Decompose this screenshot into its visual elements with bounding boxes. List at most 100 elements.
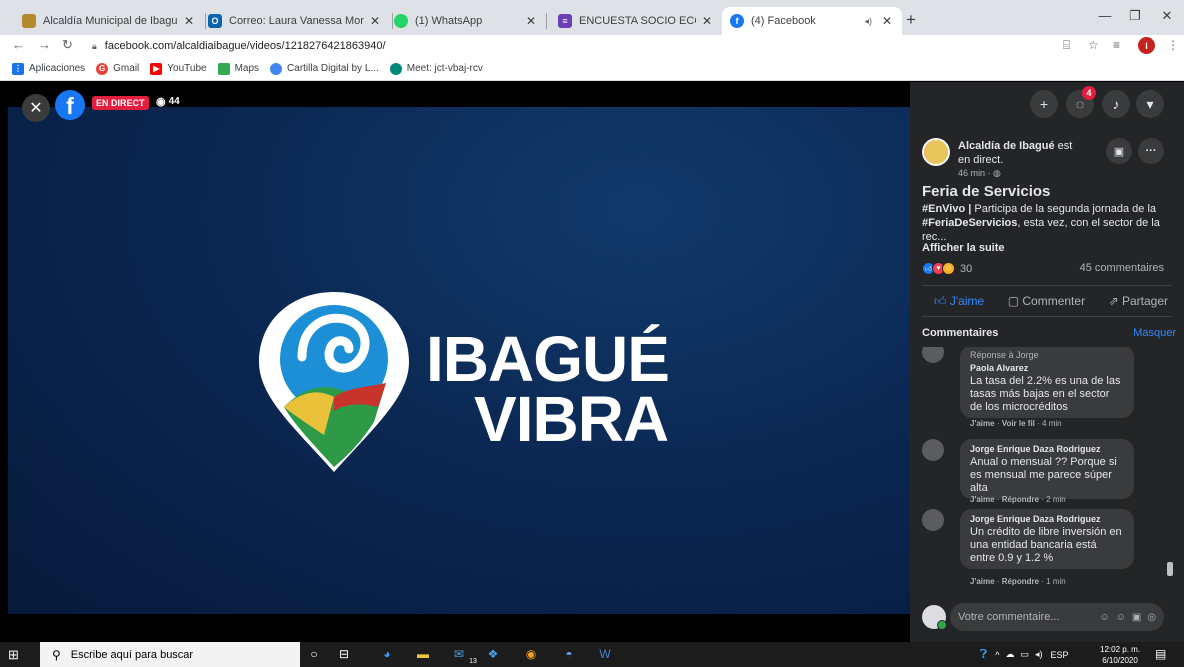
comment-like-link[interactable]: J'aime xyxy=(970,495,995,504)
close-tab-icon[interactable]: ✕ xyxy=(182,14,196,28)
facebook-logo-icon[interactable]: f xyxy=(55,90,85,120)
close-tab-icon[interactable]: ✕ xyxy=(368,14,382,28)
commenter-avatar[interactable] xyxy=(922,347,944,363)
see-more-link[interactable]: Afficher la suite xyxy=(922,242,1005,254)
tab-whatsapp[interactable]: (1) WhatsApp ✕ xyxy=(386,7,546,35)
word-icon[interactable]: W xyxy=(596,645,614,663)
help-icon[interactable]: ❓︎ xyxy=(980,647,987,662)
show-hidden-icons[interactable]: ^ xyxy=(995,650,999,660)
comment-text: La tasa del 2.2% es una de las tasas más… xyxy=(970,375,1121,413)
hashtag-feria[interactable]: #FeriaDeServicios xyxy=(922,217,1017,229)
video-frame[interactable]: IBAGUÉ VIBRA xyxy=(8,107,910,614)
reload-icon[interactable]: ↻ xyxy=(62,37,73,53)
tab-correo[interactable]: O Correo: Laura Vanessa Morales S ✕ xyxy=(200,7,390,35)
bookmark-gmail[interactable]: G Gmail xyxy=(96,62,139,75)
dropbox-icon[interactable]: ❖ xyxy=(484,645,502,663)
emoji-icon[interactable]: ☺ xyxy=(1116,612,1126,623)
close-tab-icon[interactable]: ✕ xyxy=(700,14,714,28)
save-icon[interactable]: ▣ xyxy=(1106,138,1132,164)
bookmark-meet[interactable]: Meet: jct-vbaj-rcv xyxy=(389,62,483,75)
facebook-favicon-icon: f xyxy=(730,14,744,28)
page-name-link[interactable]: Alcaldía de Ibagué xyxy=(958,140,1055,152)
commenter-avatar[interactable] xyxy=(922,439,944,461)
like-button[interactable]: 👍︎ J'aime xyxy=(934,294,984,309)
language-indicator[interactable]: ESP xyxy=(1050,650,1068,660)
app-icon[interactable]: ◓ xyxy=(560,645,578,663)
browser-menu-icon[interactable]: ⋮ xyxy=(1167,38,1179,52)
restore-button[interactable]: ❐ xyxy=(1120,8,1150,24)
post-actions-bar: 👍︎ J'aime ▢ Commenter ⇗ Partager xyxy=(922,285,1172,317)
page-avatar[interactable] xyxy=(922,138,950,166)
comment-author[interactable]: Jorge Enrique Daza Rodriguez xyxy=(970,443,1124,456)
comment-author[interactable]: Paola Alvarez xyxy=(970,362,1124,375)
commenter-avatar[interactable] xyxy=(922,509,944,531)
more-options-icon[interactable]: ··· xyxy=(1138,138,1164,164)
hashtag-envivo[interactable]: #EnVivo | xyxy=(922,203,971,215)
comments-list[interactable]: Réponse à Jorge Paola Alvarez La tasa de… xyxy=(910,347,1184,597)
bookmark-youtube[interactable]: ▶ YouTube xyxy=(150,62,207,75)
video-player[interactable]: IBAGUÉ VIBRA ✕ f EN DIRECT ◉ 44 xyxy=(0,82,910,642)
notifications-icon[interactable]: ▤ xyxy=(1155,647,1166,661)
comments-scrollbar[interactable] xyxy=(1166,352,1174,592)
eye-icon: ◉ xyxy=(156,96,166,108)
tab-alcaldia[interactable]: Alcaldía Municipal de Ibagué - Ib ✕ xyxy=(14,7,204,35)
chrome-icon[interactable]: ◉ xyxy=(522,645,540,663)
comment-author[interactable]: Jorge Enrique Daza Rodriguez xyxy=(970,513,1124,526)
close-video-button[interactable]: ✕ xyxy=(22,94,50,122)
file-explorer-icon[interactable]: ▬ xyxy=(414,645,432,663)
brand-text-ibague: IBAGUÉ xyxy=(426,323,670,395)
close-window-button[interactable]: ✕ xyxy=(1152,8,1182,24)
comment-bubble: Jorge Enrique Daza Rodriguez Un crédito … xyxy=(960,509,1134,569)
clock[interactable]: 12:02 p. m. 6/10/2020 xyxy=(1100,644,1140,666)
reply-link[interactable]: Répondre xyxy=(1002,577,1039,586)
bookmark-star-icon[interactable]: ☆ xyxy=(1088,38,1099,52)
hide-comments-link[interactable]: Masquer xyxy=(1133,327,1176,339)
bookmark-apps[interactable]: ⋮ Aplicaciones xyxy=(12,62,85,75)
close-tab-icon[interactable]: ✕ xyxy=(880,14,894,28)
reply-link[interactable]: Répondre xyxy=(1002,495,1039,504)
cartilla-icon xyxy=(270,62,283,75)
url-text: facebook.com/alcaldiaibague/videos/12182… xyxy=(104,40,386,52)
tab-facebook[interactable]: f (4) Facebook ◂) ✕ xyxy=(722,7,902,35)
comment-input[interactable]: Votre commentaire... ☺ ☺ ▣ ◎ xyxy=(950,603,1164,631)
sticker-icon[interactable]: ◎ xyxy=(1147,612,1156,623)
windows-start-icon[interactable]: ⊞ xyxy=(8,647,24,663)
view-thread-link[interactable]: Voir le fil xyxy=(1002,419,1035,428)
volume-icon[interactable]: ◂) xyxy=(1035,649,1043,660)
task-view-icon[interactable]: ⊟ xyxy=(335,645,353,663)
scrollbar-thumb[interactable] xyxy=(1167,562,1173,576)
comment-like-link[interactable]: J'aime xyxy=(970,419,995,428)
cortana-icon[interactable]: ○ xyxy=(305,645,323,663)
profile-avatar[interactable]: l xyxy=(1138,37,1155,54)
notifications-bell-icon[interactable]: ♪ xyxy=(1102,90,1130,118)
media-control-icon[interactable]: ≡ xyxy=(1113,38,1120,52)
address-bar[interactable]: 🔒︎ facebook.com/alcaldiaibague/videos/12… xyxy=(92,36,952,56)
forms-favicon-icon: ≡ xyxy=(558,14,572,28)
share-button[interactable]: ⇗ Partager xyxy=(1109,294,1168,308)
gif-icon[interactable]: ▣ xyxy=(1132,612,1141,623)
reactions-summary[interactable]: 👍︎ ♥ ☺ 30 xyxy=(922,262,972,275)
cloud-icon[interactable]: ☁ xyxy=(1005,649,1014,660)
new-tab-button[interactable]: + xyxy=(906,10,916,30)
forward-arrow-icon[interactable]: → xyxy=(38,37,51,52)
taskbar-search[interactable]: ⚲ Escribe aquí para buscar xyxy=(40,642,300,667)
back-arrow-icon[interactable]: ← xyxy=(12,37,25,52)
translate-icon[interactable]: ⌸ xyxy=(1063,38,1070,53)
avatar-sticker-icon[interactable]: ☺ xyxy=(1099,612,1109,623)
comment-button[interactable]: ▢ Commenter xyxy=(1008,294,1085,308)
close-tab-icon[interactable]: ✕ xyxy=(524,14,538,28)
search-icon: ⚲ xyxy=(52,647,61,662)
account-menu-chevron-icon[interactable]: ▾ xyxy=(1136,90,1164,118)
bookmark-maps[interactable]: Maps xyxy=(217,62,259,75)
live-badge: EN DIRECT xyxy=(92,96,149,110)
minimize-button[interactable]: — xyxy=(1090,8,1120,23)
comment-count[interactable]: 45 commentaires xyxy=(1080,262,1164,274)
edge-icon[interactable]: ◕ xyxy=(378,645,396,663)
comment-like-link[interactable]: J'aime xyxy=(970,577,995,586)
create-plus-icon[interactable]: + xyxy=(1030,90,1058,118)
user-avatar xyxy=(922,605,947,630)
tab-encuesta[interactable]: ≡ ENCUESTA SOCIO ECONÓMICA ✕ xyxy=(550,7,722,35)
comment-bubble-icon: ▢ xyxy=(1007,294,1023,308)
bookmark-cartilla[interactable]: Cartilla Digital by L... xyxy=(270,62,379,75)
network-icon[interactable]: ▭ xyxy=(1020,649,1029,660)
